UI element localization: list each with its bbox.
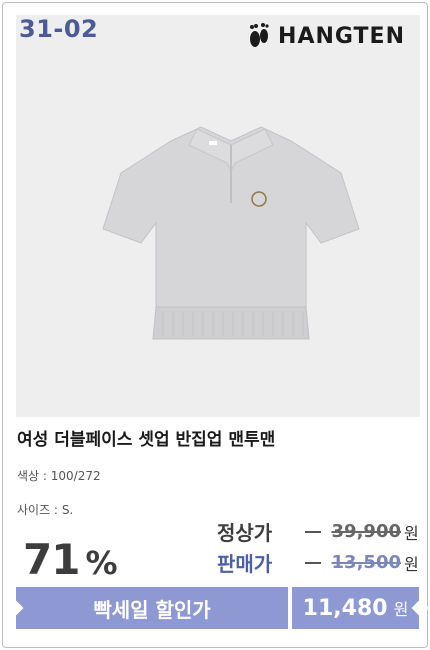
product-code: 31-02 xyxy=(19,15,99,43)
promo-unit: 원 xyxy=(393,600,409,619)
dash-divider xyxy=(305,561,321,564)
regular-price-label: 정상가 xyxy=(217,521,273,545)
promo-label: 빡세일 할인가 xyxy=(93,597,211,622)
notch-left-icon xyxy=(6,599,24,617)
product-photo[interactable] xyxy=(16,15,420,417)
notch-right-icon xyxy=(411,599,429,617)
color-value: 100/272 xyxy=(50,469,101,483)
discount-number: 71 xyxy=(23,535,80,584)
sale-price-value: 13,500 xyxy=(331,552,401,573)
promo-bar[interactable]: 빡세일 할인가 11,480 원 xyxy=(6,587,429,629)
discount-symbol: % xyxy=(85,544,118,582)
promo-label-box[interactable]: 빡세일 할인가 xyxy=(6,587,288,629)
regular-price-unit: 원 xyxy=(404,523,419,543)
size-value: S. xyxy=(61,503,74,517)
brand-name: HANGTEN xyxy=(278,23,405,49)
regular-price-row: 정상가 39,900 원 xyxy=(217,517,419,546)
color-label: 색상 : xyxy=(17,469,47,483)
dash-divider xyxy=(305,530,321,533)
size-label: 사이즈 : xyxy=(17,503,58,517)
sale-price-label: 판매가 xyxy=(217,552,273,576)
promo-price-box[interactable]: 11,480 원 xyxy=(292,587,429,629)
footprint-icon xyxy=(250,23,269,47)
sweatshirt-image xyxy=(102,126,360,340)
size-info: 사이즈 : S. xyxy=(17,501,73,518)
product-card[interactable]: 31-02 HANGTEN 여성 더블페이스 셋업 반집업 맨투맨 색상 : 1… xyxy=(2,2,429,648)
sale-price-unit: 원 xyxy=(404,554,419,574)
discount-rate: 71 % xyxy=(23,535,118,584)
product-title[interactable]: 여성 더블페이스 셋업 반집업 맨투맨 xyxy=(17,425,275,450)
sale-price-row: 판매가 13,500 원 xyxy=(217,548,419,577)
promo-price: 11,480 xyxy=(302,595,388,621)
color-info: 색상 : 100/272 xyxy=(17,467,101,484)
brand-logo: HANGTEN xyxy=(246,23,405,49)
regular-price-value: 39,900 xyxy=(331,521,401,542)
